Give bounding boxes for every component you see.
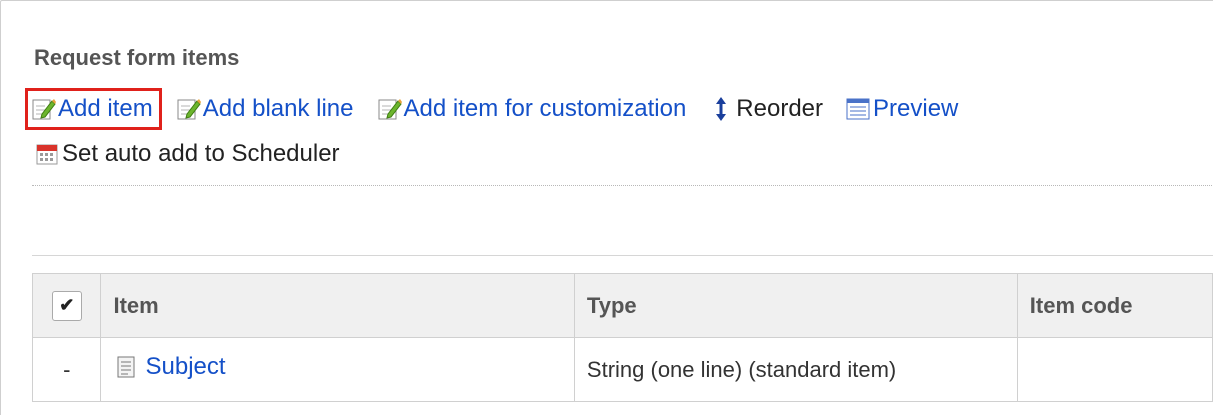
- preview-button[interactable]: Preview: [845, 95, 958, 123]
- request-form-panel: Request form items Add item Add blank li…: [0, 0, 1213, 415]
- edit-icon: [175, 96, 201, 122]
- reorder-label: Reorder: [736, 95, 824, 122]
- document-icon: [113, 354, 139, 380]
- auto-add-scheduler-button[interactable]: Set auto add to Scheduler: [34, 140, 340, 168]
- select-all-header: ✔: [31, 273, 102, 338]
- calendar-icon: [34, 141, 60, 167]
- column-header-item: Item: [100, 273, 575, 338]
- add-item-customization-label: Add item for customization: [403, 95, 687, 122]
- add-blank-line-button[interactable]: Add blank line: [175, 95, 354, 123]
- toolbar: Add item Add blank line Add item for cus…: [25, 88, 980, 130]
- divider-dotted: [32, 185, 1213, 186]
- column-header-item-code: Item code: [1016, 273, 1213, 338]
- edit-icon: [30, 96, 56, 122]
- preview-label: Preview: [873, 95, 959, 122]
- items-table: ✔ Item Type Item code - Subject String (…: [31, 273, 1213, 402]
- toolbar-row-2: Set auto add to Scheduler: [34, 140, 362, 168]
- add-item-customization-button[interactable]: Add item for customization: [376, 95, 687, 123]
- add-blank-line-label: Add blank line: [202, 95, 354, 122]
- add-item-button[interactable]: Add item: [25, 88, 162, 130]
- item-name: Subject: [145, 353, 226, 380]
- auto-add-scheduler-label: Set auto add to Scheduler: [62, 140, 340, 167]
- reorder-icon: [708, 96, 734, 122]
- type-cell: String (one line) (standard item): [573, 337, 1018, 402]
- edit-icon: [376, 96, 402, 122]
- item-code-cell: [1016, 337, 1213, 402]
- item-cell: Subject: [100, 337, 575, 402]
- table-row: - Subject String (one line) (standard it…: [31, 337, 1213, 402]
- preview-icon: [845, 96, 871, 122]
- reorder-button[interactable]: Reorder: [708, 95, 823, 123]
- select-all-checkbox[interactable]: ✔: [51, 290, 82, 321]
- table-header-row: ✔ Item Type Item code: [31, 273, 1213, 338]
- row-mark: -: [31, 337, 102, 402]
- section-title: Request form items: [34, 45, 240, 70]
- divider: [32, 255, 1213, 256]
- column-header-type: Type: [573, 273, 1018, 338]
- add-item-label: Add item: [58, 95, 153, 122]
- item-link-subject[interactable]: Subject: [113, 353, 226, 381]
